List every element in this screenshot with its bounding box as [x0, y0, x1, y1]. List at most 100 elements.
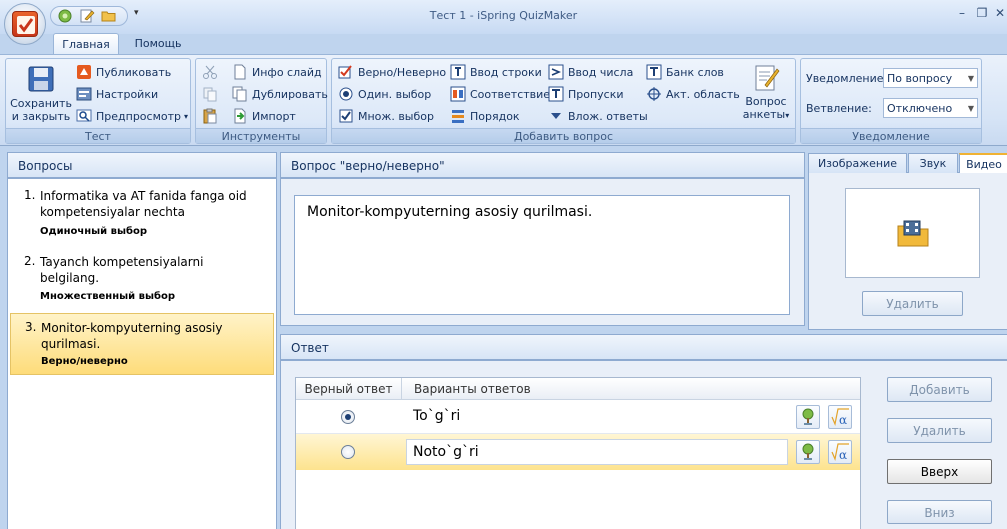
dropdown-list-icon [551, 113, 561, 119]
multiple-choice-button[interactable]: Множ. выбор [338, 107, 434, 125]
paste-button[interactable] [202, 107, 222, 125]
type-in-button[interactable]: Ввод строки [450, 63, 542, 81]
numeric-icon [548, 64, 564, 80]
question-type: Верно/неверно [41, 356, 128, 367]
multiple-choice-label: Множ. выбор [358, 109, 434, 123]
publish-icon [77, 65, 91, 79]
answer-formula-button-2[interactable]: α [828, 440, 852, 464]
settings-icon [76, 87, 92, 101]
true-false-button[interactable]: Верно/Неверно [338, 63, 446, 81]
ribbon-group-add-question: Верно/Неверно Один. выбор Множ. выбор Вв… [331, 58, 796, 144]
preview-button[interactable]: Предпросмотр ▾ [76, 107, 188, 125]
tab-help[interactable]: Помощь [127, 33, 189, 55]
answer-text-1[interactable]: To`g`ri [413, 408, 460, 424]
tab-image[interactable]: Изображение [808, 153, 907, 173]
publish-button[interactable]: Публиковать [76, 63, 171, 81]
question-text-value: Monitor-kompyuterning asosiy qurilmasi. [307, 204, 593, 220]
column-header-correct[interactable]: Верный ответ [296, 378, 402, 400]
video-drop-area[interactable] [845, 188, 980, 278]
sequence-button[interactable]: Порядок [450, 107, 520, 125]
tree-icon [802, 443, 814, 460]
ribbon-group-notification-label: Уведомление [801, 128, 981, 143]
word-bank-button[interactable]: Банк слов [646, 63, 724, 81]
answer-panel-header: Ответ [280, 334, 1007, 360]
move-up-button[interactable]: Вверх [887, 459, 992, 484]
numeric-button[interactable]: Ввод числа [548, 63, 633, 81]
text-cursor-icon [450, 64, 466, 80]
ribbon: Сохранить и закрыть Публиковать Настройк… [0, 54, 1007, 146]
notification-value: По вопросу [887, 72, 953, 85]
answer-formula-button-1[interactable]: α [828, 405, 852, 429]
true-false-icon [338, 65, 352, 79]
branching-value: Отключено [887, 102, 953, 115]
question-type: Одиночный выбор [40, 226, 148, 237]
question-number: 2. [24, 254, 36, 268]
single-choice-button[interactable]: Один. выбор [338, 85, 431, 103]
svg-text:α: α [839, 448, 847, 462]
import-button[interactable]: Импорт [232, 107, 296, 125]
crosshair-icon [647, 87, 661, 101]
save-close-label-2: и закрыть [11, 110, 71, 123]
true-false-label: Верно/Неверно [358, 65, 447, 79]
scissors-icon [203, 65, 217, 79]
copy-button[interactable] [202, 85, 222, 103]
question-text-area[interactable]: Monitor-kompyuterning asosiy qurilmasi. [294, 195, 790, 315]
settings-label: Настройки [96, 87, 159, 101]
notification-label: Уведомление: [806, 72, 888, 85]
cut-button[interactable] [202, 63, 222, 81]
fill-blanks-button[interactable]: Пропуски [548, 85, 624, 103]
question-item-1[interactable]: 1. Informatika va AT fanida fanga oid ko… [10, 188, 274, 244]
chevron-down-icon: ▼ [967, 74, 974, 83]
window-title: Тест 1 - iSpring QuizMaker [429, 9, 578, 22]
duplicate-button[interactable]: Дублировать [232, 85, 328, 103]
save-close-button[interactable]: Сохранить и закрыть [10, 63, 72, 123]
ribbon-group-tools: Инфо слайд Дублировать Импорт Инструмент… [195, 58, 328, 144]
question-text: Monitor-kompyuterning asosiy qurilmasi. [41, 321, 223, 351]
question-text: Tayanch kompetensiyalarni belgilang. [40, 255, 204, 285]
single-choice-label: Один. выбор [358, 87, 432, 101]
question-item-3[interactable]: 3. Monitor-kompyuterning asosiy qurilmas… [10, 313, 274, 375]
restore-icon[interactable]: ❐ [972, 6, 992, 22]
question-text: Informatika va AT fanida fanga oid kompe… [40, 189, 247, 219]
move-down-button[interactable]: Вниз [887, 500, 992, 524]
delete-answer-button[interactable]: Удалить [887, 418, 992, 443]
checkbox-icon [339, 109, 353, 123]
save-close-label-1: Сохранить [10, 97, 72, 110]
correct-radio-2[interactable] [341, 445, 355, 459]
preview-dropdown-icon[interactable]: ▾ [184, 112, 188, 121]
minimize-icon[interactable]: – [952, 6, 972, 22]
tab-video[interactable]: Видео [959, 153, 1007, 173]
answer-row-selected: Noto`g`ri α [296, 434, 860, 470]
multiple-response-button[interactable]: Влож. ответы [548, 107, 648, 125]
branching-select[interactable]: Отключено ▼ [883, 98, 978, 118]
close-icon[interactable]: ✕ [990, 6, 1007, 22]
answer-feedback-button-1[interactable] [796, 405, 820, 429]
question-item-2[interactable]: 2. Tayanch kompetensiyalarni belgilang. … [10, 254, 274, 306]
video-folder-icon [897, 220, 929, 247]
word-bank-label: Банк слов [666, 65, 724, 79]
publish-label: Публиковать [96, 65, 172, 79]
survey-button[interactable]: Вопрос анкеты▾ [738, 63, 794, 122]
survey-label-2: анкеты [742, 108, 786, 121]
media-delete-button[interactable]: Удалить [862, 291, 963, 316]
chevron-down-icon: ▼ [967, 104, 974, 113]
hotspot-button[interactable]: Акт. область [646, 85, 740, 103]
preview-label: Предпросмотр [96, 109, 181, 123]
notification-select[interactable]: По вопросу ▼ [883, 68, 978, 88]
survey-label-1: Вопрос [745, 95, 787, 108]
add-answer-button[interactable]: Добавить [887, 377, 992, 402]
answer-feedback-button-2[interactable] [796, 440, 820, 464]
column-header-answers[interactable]: Варианты ответов [402, 378, 860, 400]
matching-button[interactable]: Соответствие [450, 85, 550, 103]
settings-button[interactable]: Настройки [76, 85, 158, 103]
answer-edit-field-2[interactable]: Noto`g`ri [406, 439, 788, 465]
correct-radio-1[interactable] [341, 410, 355, 424]
copy-icon [203, 87, 217, 102]
save-icon [28, 66, 54, 92]
application-menu-button[interactable] [4, 3, 46, 45]
tab-sound[interactable]: Звук [908, 153, 958, 173]
questions-panel-header: Вопросы [7, 152, 277, 178]
tab-home[interactable]: Главная [53, 33, 119, 55]
answer-row: To`g`ri α [296, 400, 860, 434]
slide-info-button[interactable]: Инфо слайд [232, 63, 322, 81]
